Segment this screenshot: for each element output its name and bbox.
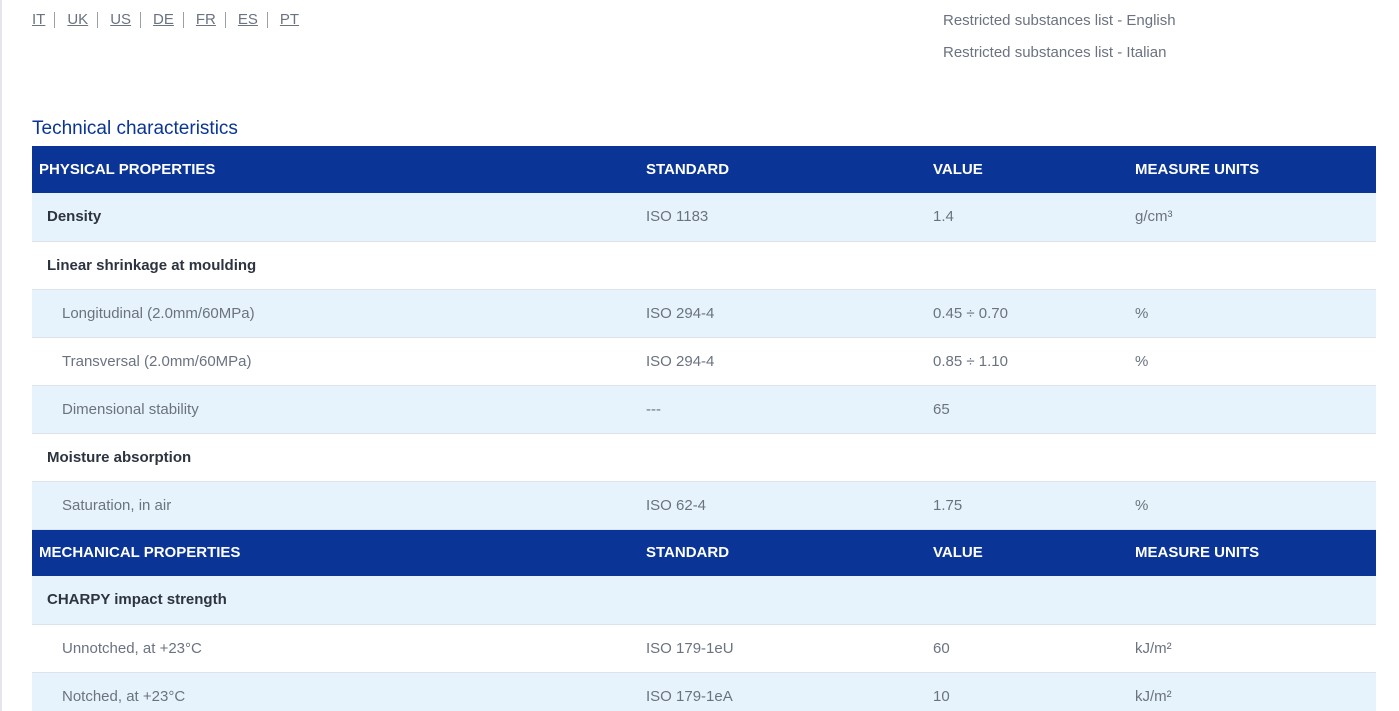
header-value: VALUE: [933, 544, 983, 562]
property-label: Density: [47, 208, 102, 226]
value-cell: [933, 576, 1135, 624]
units-cell: kJ/m²: [1135, 687, 1172, 705]
header-units: MEASURE UNITS: [1135, 161, 1260, 178]
table-row: Density ISO 1183 1.4 g/cm³: [32, 193, 1376, 241]
technical-characteristics-table: PHYSICAL PROPERTIES STANDARD VALUE MEASU…: [32, 146, 1376, 711]
units-cell: [1135, 433, 1376, 481]
standard-cell: ---: [646, 400, 661, 418]
lang-link-us[interactable]: US: [110, 11, 131, 28]
header-value: VALUE: [933, 161, 983, 178]
lang-link-es[interactable]: ES: [238, 11, 258, 28]
standard-cell: ISO 1183: [646, 208, 709, 226]
header-standard: STANDARD: [646, 161, 730, 178]
table-row: Saturation, in air ISO 62-4 1.75 %: [32, 481, 1376, 529]
lang-link-de[interactable]: DE: [153, 11, 174, 28]
lang-separator: [266, 11, 268, 28]
standard-cell: [646, 433, 933, 481]
physical-properties-header: PHYSICAL PROPERTIES STANDARD VALUE MEASU…: [32, 146, 1376, 193]
property-label: Saturation, in air: [62, 496, 172, 514]
document-links: Restricted substances list - English Res…: [943, 11, 1176, 75]
value-cell: 10: [933, 687, 950, 705]
units-cell: kJ/m²: [1135, 639, 1172, 657]
standard-cell: ISO 179-1eU: [646, 639, 734, 657]
mechanical-properties-header: MECHANICAL PROPERTIES STANDARD VALUE MEA…: [32, 529, 1376, 576]
units-cell: %: [1135, 352, 1149, 370]
standard-cell: ISO 294-4: [646, 352, 715, 370]
lang-separator: [182, 11, 184, 28]
header-standard: STANDARD: [646, 544, 730, 562]
property-label: Notched, at +23°C: [62, 687, 186, 705]
value-cell: 1.4: [933, 208, 954, 226]
units-cell: %: [1135, 496, 1149, 514]
units-cell: %: [1135, 304, 1149, 322]
lang-link-uk[interactable]: UK: [67, 11, 88, 28]
table-row: Linear shrinkage at moulding: [32, 241, 1376, 289]
property-label: Transversal (2.0mm/60MPa): [62, 352, 252, 370]
lang-separator: [97, 11, 99, 28]
property-label: Longitudinal (2.0mm/60MPa): [62, 304, 255, 322]
standard-cell: [646, 576, 933, 624]
units-cell: [1135, 241, 1376, 289]
lang-link-pt[interactable]: PT: [280, 11, 299, 28]
header-units: MEASURE UNITS: [1135, 544, 1260, 562]
standard-cell: ISO 62-4: [646, 496, 707, 514]
units-cell: [1135, 576, 1376, 624]
restricted-substances-italian-link[interactable]: Restricted substances list - Italian: [943, 43, 1176, 62]
table-row: CHARPY impact strength: [32, 576, 1376, 624]
standard-cell: ISO 294-4: [646, 304, 715, 322]
standard-cell: ISO 179-1eA: [646, 687, 733, 705]
restricted-substances-english-link[interactable]: Restricted substances list - English: [943, 11, 1176, 30]
value-cell: 0.45 ÷ 0.70: [933, 304, 1008, 322]
property-group-label: Linear shrinkage at moulding: [47, 256, 257, 274]
header-property: MECHANICAL PROPERTIES: [39, 544, 241, 562]
property-group-label: Moisture absorption: [47, 448, 192, 466]
table-row: Longitudinal (2.0mm/60MPa) ISO 294-4 0.4…: [32, 289, 1376, 337]
value-cell: 1.75: [933, 496, 963, 514]
property-group-label: CHARPY impact strength: [47, 591, 227, 609]
page: IT UK US DE FR ES PT Restricted substanc…: [0, 0, 1399, 711]
lang-separator: [54, 11, 56, 28]
property-label: Unnotched, at +23°C: [62, 639, 202, 657]
units-cell: g/cm³: [1135, 208, 1173, 226]
table-row: Dimensional stability --- 65: [32, 385, 1376, 433]
property-label: Dimensional stability: [62, 400, 199, 418]
language-selector: IT UK US DE FR ES PT: [32, 11, 299, 28]
lang-separator: [140, 11, 142, 28]
lang-separator: [224, 11, 226, 28]
header-property: PHYSICAL PROPERTIES: [39, 161, 216, 178]
value-cell: 0.85 ÷ 1.10: [933, 352, 1008, 370]
lang-link-fr[interactable]: FR: [196, 11, 216, 28]
value-cell: 65: [933, 400, 950, 418]
standard-cell: [646, 241, 933, 289]
value-cell: [933, 241, 1135, 289]
left-border: [0, 0, 2, 711]
value-cell: 60: [933, 639, 950, 657]
lang-link-it[interactable]: IT: [32, 11, 45, 28]
table-row: Moisture absorption: [32, 433, 1376, 481]
table-row: Transversal (2.0mm/60MPa) ISO 294-4 0.85…: [32, 337, 1376, 385]
value-cell: [933, 433, 1135, 481]
table-row: Notched, at +23°C ISO 179-1eA 10 kJ/m²: [32, 672, 1376, 711]
section-title: Technical characteristics: [32, 118, 238, 139]
units-cell: [1135, 385, 1376, 433]
table-row: Unnotched, at +23°C ISO 179-1eU 60 kJ/m²: [32, 624, 1376, 672]
